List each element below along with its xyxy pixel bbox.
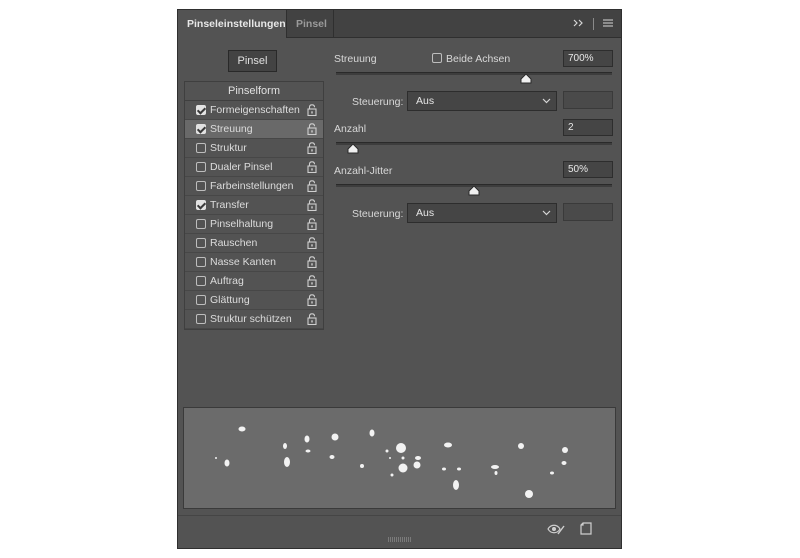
- streuung-slider-track[interactable]: [336, 72, 612, 75]
- brush-option-farbeinstellungen[interactable]: Farbeinstellungen: [185, 177, 323, 196]
- steuerung-dropdown-2-value: Aus: [416, 207, 435, 219]
- scatter-preview-image: [215, 426, 568, 498]
- brush-option-dualer-pinsel[interactable]: Dualer Pinsel: [185, 158, 323, 177]
- brush-option-checkbox[interactable]: [196, 238, 206, 248]
- brush-option-checkbox[interactable]: [196, 295, 206, 305]
- brush-option-label: Nasse Kanten: [210, 256, 276, 268]
- brush-option-label: Pinselhaltung: [210, 218, 274, 230]
- chevron-down-icon: [542, 98, 551, 104]
- brush-option-checkbox[interactable]: [196, 314, 206, 324]
- lock-icon[interactable]: [307, 161, 317, 174]
- brush-option-label: Auftrag: [210, 275, 244, 287]
- eye-brush-icon[interactable]: [547, 523, 565, 538]
- lock-icon[interactable]: [307, 199, 317, 212]
- lock-icon[interactable]: [307, 256, 317, 269]
- lock-icon[interactable]: [307, 275, 317, 288]
- anzahl-jitter-label: Anzahl-Jitter: [334, 165, 393, 177]
- tab-pinseleinstellungen[interactable]: Pinseleinstellungen: [178, 10, 286, 39]
- anzahl-slider-thumb[interactable]: [347, 144, 359, 154]
- steuerung-dropdown-1-value: Aus: [416, 95, 435, 107]
- brush-option-formeigenschaften[interactable]: Formeigenschaften: [185, 101, 323, 120]
- brush-option-nasse-kanten[interactable]: Nasse Kanten: [185, 253, 323, 272]
- steuerung-1-extra-field: [563, 91, 613, 109]
- tab-bar: Pinseleinstellungen Pinsel: [178, 10, 621, 39]
- beide-achsen-label: Beide Achsen: [446, 53, 511, 65]
- brush-option-checkbox[interactable]: [196, 257, 206, 267]
- streuung-label: Streuung: [334, 53, 377, 65]
- brush-option-label: Transfer: [210, 199, 249, 211]
- steuerung-dropdown-2[interactable]: Aus: [407, 203, 557, 223]
- resize-grip[interactable]: [388, 537, 412, 542]
- bottom-toolbar: [178, 515, 621, 542]
- brush-option-pinselhaltung[interactable]: Pinselhaltung: [185, 215, 323, 234]
- anzahl-jitter-value-input[interactable]: 50%: [563, 161, 613, 178]
- brush-option-checkbox[interactable]: [196, 181, 206, 191]
- new-preset-icon[interactable]: [580, 522, 592, 538]
- brush-option-glaettung[interactable]: Glättung: [185, 291, 323, 310]
- lock-icon[interactable]: [307, 218, 317, 231]
- brush-option-struktur-schuetzen[interactable]: Struktur schützen: [185, 310, 323, 329]
- brush-option-checkbox[interactable]: [196, 276, 206, 286]
- brush-option-label: Struktur schützen: [210, 313, 292, 325]
- brush-option-streuung[interactable]: Streuung: [185, 120, 323, 139]
- chevron-down-icon: [542, 210, 551, 216]
- beide-achsen-checkbox[interactable]: [432, 53, 442, 63]
- lock-icon[interactable]: [307, 313, 317, 326]
- brush-option-checkbox[interactable]: [196, 124, 206, 134]
- brush-option-rauschen[interactable]: Rauschen: [185, 234, 323, 253]
- lock-icon[interactable]: [307, 237, 317, 250]
- tab-pinsel[interactable]: Pinsel: [286, 10, 334, 38]
- pinsel-button[interactable]: Pinsel: [228, 50, 277, 72]
- menu-icon[interactable]: [603, 10, 613, 38]
- brush-option-checkbox[interactable]: [196, 200, 206, 210]
- brush-option-label: Struktur: [210, 142, 247, 154]
- list-header-pinselform[interactable]: Pinselform: [185, 82, 323, 101]
- brush-option-label: Streuung: [210, 123, 253, 135]
- brush-options-list: Pinselform Formeigenschaften Streuung Stru…: [184, 81, 324, 330]
- brush-option-checkbox[interactable]: [196, 162, 206, 172]
- brush-stroke-preview: [183, 407, 616, 509]
- lock-icon[interactable]: [307, 104, 317, 117]
- brush-settings-panel: Pinseleinstellungen Pinsel Pinsel Pinsel…: [177, 9, 622, 549]
- brush-option-label: Rauschen: [210, 237, 258, 249]
- streuung-value-input[interactable]: 700%: [563, 50, 613, 67]
- lock-icon[interactable]: [307, 123, 317, 136]
- anzahl-jitter-slider-thumb[interactable]: [468, 186, 480, 196]
- streuung-slider-thumb[interactable]: [520, 74, 532, 84]
- anzahl-slider-track[interactable]: [336, 142, 612, 145]
- brush-option-label: Farbeinstellungen: [210, 180, 294, 192]
- lock-icon[interactable]: [307, 294, 317, 307]
- steuerung-dropdown-1[interactable]: Aus: [407, 91, 557, 111]
- brush-option-label: Formeigenschaften: [210, 104, 300, 116]
- steuerung-label-1: Steuerung:: [352, 96, 404, 108]
- brush-option-checkbox[interactable]: [196, 143, 206, 153]
- brush-option-transfer[interactable]: Transfer: [185, 196, 323, 215]
- brush-option-auftrag[interactable]: Auftrag: [185, 272, 323, 291]
- steuerung-label-2: Steuerung:: [352, 208, 404, 220]
- steuerung-2-extra-field: [563, 203, 613, 221]
- lock-icon[interactable]: [307, 142, 317, 155]
- anzahl-label: Anzahl: [334, 123, 367, 135]
- brush-option-checkbox[interactable]: [196, 219, 206, 229]
- anzahl-value-input[interactable]: 2: [563, 119, 613, 136]
- brush-option-label: Dualer Pinsel: [210, 161, 273, 173]
- brush-option-label: Glättung: [210, 294, 250, 306]
- lock-icon[interactable]: [307, 180, 317, 193]
- brush-option-checkbox[interactable]: [196, 105, 206, 115]
- brush-option-struktur[interactable]: Struktur: [185, 139, 323, 158]
- collapse-arrows-icon[interactable]: [573, 10, 584, 38]
